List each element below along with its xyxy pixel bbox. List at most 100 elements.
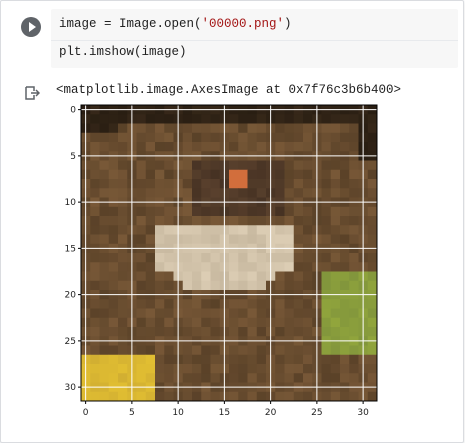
image-pixel [99,123,110,134]
image-pixel [238,308,248,319]
image-pixel [367,188,378,198]
image-pixel [256,345,267,356]
image-pixel [182,308,193,319]
image-pixel [330,216,341,226]
image-pixel [256,188,267,198]
image-pixel [367,179,378,189]
output-arrow-icon[interactable] [24,85,40,101]
image-pixel [201,132,211,143]
image-pixel [99,364,110,374]
image-pixel [256,373,267,383]
image-pixel [238,188,248,198]
image-pixel [155,132,165,143]
image-pixel [201,234,211,245]
image-pixel [99,253,110,263]
image-pixel [284,354,295,365]
image-pixel [229,280,239,291]
image-pixel [247,188,258,198]
image-pixel [293,123,304,134]
image-pixel [238,317,248,328]
image-pixel [340,234,350,245]
image-pixel [210,299,221,309]
image-pixel [182,327,193,337]
image-pixel [303,142,313,152]
image-pixel [118,373,128,383]
image-pixel [229,299,239,309]
image-pixel [155,123,165,134]
image-pixel [367,169,378,180]
image-pixel [330,253,341,263]
image-pixel [284,327,295,337]
image-pixel [229,271,239,282]
image-pixel [155,234,165,245]
image-pixel [118,299,128,309]
image-pixel [247,299,258,309]
image-pixel [136,188,147,198]
code-editor[interactable]: image = Image.open('00000.png') plt.imsh… [51,9,458,68]
image-pixel [164,169,174,180]
image-pixel [145,299,156,309]
image-pixel [118,179,128,189]
image-pixel [118,169,128,180]
image-pixel [210,354,221,365]
image-pixel [90,327,100,337]
image-pixel [275,299,285,309]
image-pixel [238,160,248,171]
image-pixel [182,234,193,245]
image-pixel [247,206,258,217]
image-pixel [164,299,174,309]
image-pixel [275,132,285,143]
image-pixel [303,132,313,143]
image-pixel [136,225,147,235]
image-pixel [90,179,100,189]
image-pixel [108,123,119,134]
x-tick-label: 15 [219,408,230,418]
image-pixel [192,160,202,171]
image-pixel [118,317,128,328]
image-pixel [349,364,359,374]
image-pixel [247,373,258,383]
image-pixel [321,354,332,365]
image-pixel [330,132,341,143]
image-pixel [145,179,156,189]
image-pixel [321,188,332,198]
image-pixel [284,179,295,189]
image-pixel [349,142,359,152]
image-pixel [118,308,128,319]
image-pixel [303,206,313,217]
image-pixel [330,114,341,124]
image-pixel [321,253,332,263]
image-pixel [293,262,304,272]
image-pixel [182,317,193,328]
y-axis: 0 5 10 15 20 25 30 [65,106,81,393]
code-line-2: plt.imshow(image) [59,45,187,59]
image-pixel [238,142,248,152]
image-pixel [321,114,332,124]
image-pixel [164,280,174,291]
image-pixel [155,345,165,356]
image-pixel [164,160,174,171]
image-pixel [164,132,174,143]
y-tick-label: 20 [65,291,77,301]
image-pixel [229,216,239,226]
image-pixel [330,123,341,134]
image-pixel [90,373,100,383]
image-pixel [118,271,128,282]
image-plot: 0 5 10 15 20 25 30 0 5 10 15 20 25 30 [65,104,378,418]
image-pixel [340,188,350,198]
image-pixel [136,391,147,402]
image-pixel [284,123,295,134]
run-cell-button[interactable] [21,17,41,37]
image-pixel [284,373,295,383]
image-pixel [367,373,378,383]
image-pixel [192,299,202,309]
image-pixel [182,280,193,291]
image-pixel [321,364,332,374]
image-pixel [229,114,239,124]
image-pixel [275,142,285,152]
image-pixel [118,354,128,365]
image-pixel [99,299,110,309]
image-pixel [90,160,100,171]
image-pixel [321,169,332,180]
image-pixel [367,262,378,272]
